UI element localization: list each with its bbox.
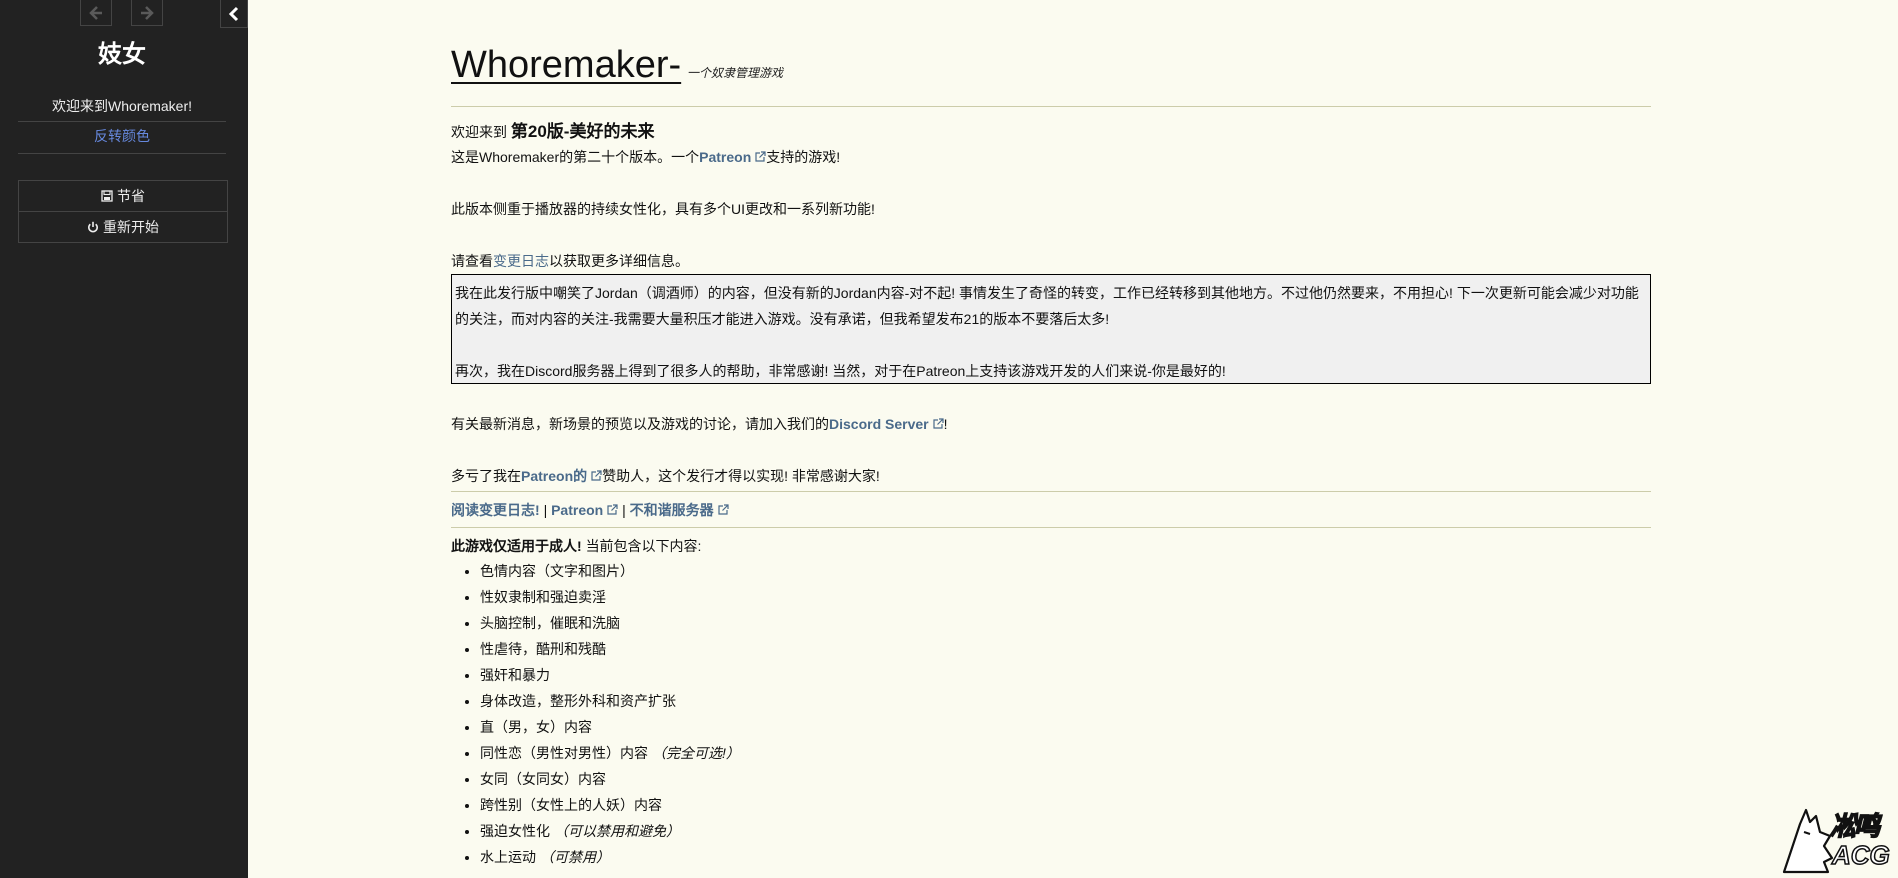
notice-box: 我在此发行版中嘲笑了Jordan（调酒师）的内容，但没有新的Jordan内容-对…: [451, 274, 1651, 384]
power-icon: [88, 221, 98, 233]
intro-line-1: 这是Whoremaker的第二十个版本。一个Patreon 支持的游戏!: [451, 147, 840, 167]
external-link-icon: [718, 504, 729, 515]
sidebar: 妓女 欢迎来到Whoremaker! 反转颜色 节省 重新开始: [0, 0, 248, 878]
save-icon: [101, 190, 113, 202]
intro-text-suffix: 支持的游戏!: [766, 149, 841, 165]
save-label: 节省: [117, 188, 145, 204]
notice-paragraph-2: 再次，我在Discord服务器上得到了很多人的帮助，非常感谢! 当然，对于在Pa…: [455, 363, 1226, 379]
read-changelog-link[interactable]: 阅读变更日志!: [451, 502, 540, 518]
history-back-button[interactable]: [80, 0, 112, 26]
list-item-note: （完全可选!）: [652, 745, 740, 761]
intro-text-suffix: 以获取更多详细信息。: [549, 253, 689, 269]
thanks-line: 多亏了我在Patreon的 赞助人，这个发行才得以实现! 非常感谢大家!: [451, 466, 880, 486]
story-menu: 节省 重新开始: [18, 180, 228, 243]
arrow-right-icon: [141, 5, 154, 20]
external-link-icon: [933, 418, 944, 429]
intro-line-2: 此版本侧重于播放器的持续女性化，具有多个UI更改和一系列新功能!: [451, 201, 875, 217]
list-item: 跨性别（女性上的人妖）内容: [480, 792, 740, 818]
story-title: 妓女: [98, 41, 146, 68]
list-item: 强迫女性化（可以禁用和避免）: [480, 818, 740, 844]
list-item-note: （可禁用）: [540, 849, 610, 865]
links-bar: 阅读变更日志! | Patreon | 不和谐服务器: [451, 500, 729, 520]
restart-label: 重新开始: [103, 219, 159, 235]
discord-text: 有关最新消息，新场景的预览以及游戏的讨论，请加入我们的: [451, 416, 829, 432]
list-item: 强奸和暴力: [480, 662, 740, 688]
game-subtitle: 一个奴隶管理游戏: [687, 66, 784, 80]
list-item-text: 色情内容（文字和图片）: [480, 563, 634, 579]
adult-warning-text: 当前包含以下内容:: [585, 538, 702, 554]
discord-text-suffix: !: [943, 416, 948, 432]
welcome-prefix: 欢迎来到: [451, 124, 507, 140]
list-item-text: 头脑控制，催眠和洗脑: [480, 615, 620, 631]
intro-text: 请查看: [451, 253, 493, 269]
list-item-text: 直（男，女）内容: [480, 719, 592, 735]
list-item: 直（男，女）内容: [480, 714, 740, 740]
version-heading: 欢迎来到 第20版-美好的未来: [451, 117, 654, 142]
list-item-text: 同性恋（男性对男性）内容: [480, 745, 648, 761]
divider: [451, 527, 1651, 528]
external-link-icon: [607, 504, 618, 515]
arrow-left-icon: [89, 5, 102, 20]
external-link-icon: [755, 151, 766, 162]
game-header: Whoremaker- 一个奴隶管理游戏: [451, 44, 1651, 107]
list-item-note: （可以禁用和避免）: [554, 823, 680, 839]
links-separator: |: [543, 502, 548, 518]
history-forward-button[interactable]: [131, 0, 163, 26]
list-item-text: 强奸和暴力: [480, 667, 550, 683]
content-warning-list: 色情内容（文字和图片） 性奴隶制和强迫卖淫 头脑控制，催眠和洗脑 性虐待，酷刑和…: [451, 558, 740, 870]
list-item-text: 跨性别（女性上的人妖）内容: [480, 797, 662, 813]
notice-paragraph-1: 我在此发行版中嘲笑了Jordan（调酒师）的内容，但没有新的Jordan内容-对…: [455, 285, 1639, 327]
list-item: 色情内容（文字和图片）: [480, 558, 740, 584]
story-welcome-text: 欢迎来到Whoremaker!: [18, 96, 226, 122]
list-item: 身体改造，整形外科和资产扩张: [480, 688, 740, 714]
list-item: 性奴隶制和强迫卖淫: [480, 584, 740, 610]
patreon-supporters-link[interactable]: Patreon的: [521, 468, 587, 484]
restart-button[interactable]: 重新开始: [19, 211, 227, 242]
list-item-text: 水上运动: [480, 849, 536, 865]
game-title: Whoremaker-: [451, 44, 682, 86]
sidebar-collapse-button[interactable]: [220, 0, 248, 28]
discord-server-link[interactable]: Discord Server: [829, 416, 929, 432]
patreon-link[interactable]: Patreon: [551, 502, 603, 518]
discord-server-link[interactable]: 不和谐服务器: [630, 502, 714, 518]
list-item: 同性恋（男性对男性）内容（完全可选!）: [480, 740, 740, 766]
divider: [451, 491, 1651, 492]
list-item: 女同（女同女）内容: [480, 766, 740, 792]
chevron-left-icon: [228, 6, 239, 21]
adult-warning: 此游戏仅适用于成人! 当前包含以下内容:: [451, 536, 701, 556]
adult-warning-bold: 此游戏仅适用于成人!: [451, 538, 582, 554]
discord-line: 有关最新消息，新场景的预览以及游戏的讨论，请加入我们的Discord Serve…: [451, 414, 948, 434]
list-item-text: 强迫女性化: [480, 823, 550, 839]
changelog-link[interactable]: 变更日志: [493, 253, 549, 269]
watermark-logo: 凇鸣 ACG: [1780, 802, 1892, 874]
list-item: 水上运动（可禁用）: [480, 844, 740, 870]
patreon-link[interactable]: Patreon: [699, 149, 751, 165]
links-separator: |: [622, 502, 626, 518]
version-name: 第20版-美好的未来: [510, 122, 655, 141]
list-item-text: 身体改造，整形外科和资产扩张: [480, 693, 676, 709]
list-item: 性虐待，酷刑和残酷: [480, 636, 740, 662]
list-item-text: 女同（女同女）内容: [480, 771, 606, 787]
watermark-text-top: 凇鸣: [1829, 810, 1881, 842]
notice-spacer: [455, 332, 1647, 358]
intro-line-3: 请查看变更日志以获取更多详细信息。: [451, 251, 689, 271]
list-item-text: 性虐待，酷刑和残酷: [480, 641, 606, 657]
list-item-text: 性奴隶制和强迫卖淫: [480, 589, 606, 605]
thanks-text-suffix: 赞助人，这个发行才得以实现! 非常感谢大家!: [602, 468, 880, 484]
save-button[interactable]: 节省: [19, 181, 227, 211]
thanks-text: 多亏了我在: [451, 468, 521, 484]
invert-colors-link[interactable]: 反转颜色: [18, 126, 226, 154]
external-link-icon: [591, 470, 602, 481]
watermark-text-bottom: ACG: [1831, 839, 1890, 871]
intro-text: 这是Whoremaker的第二十个版本。一个: [451, 149, 700, 165]
list-item: 头脑控制，催眠和洗脑: [480, 610, 740, 636]
